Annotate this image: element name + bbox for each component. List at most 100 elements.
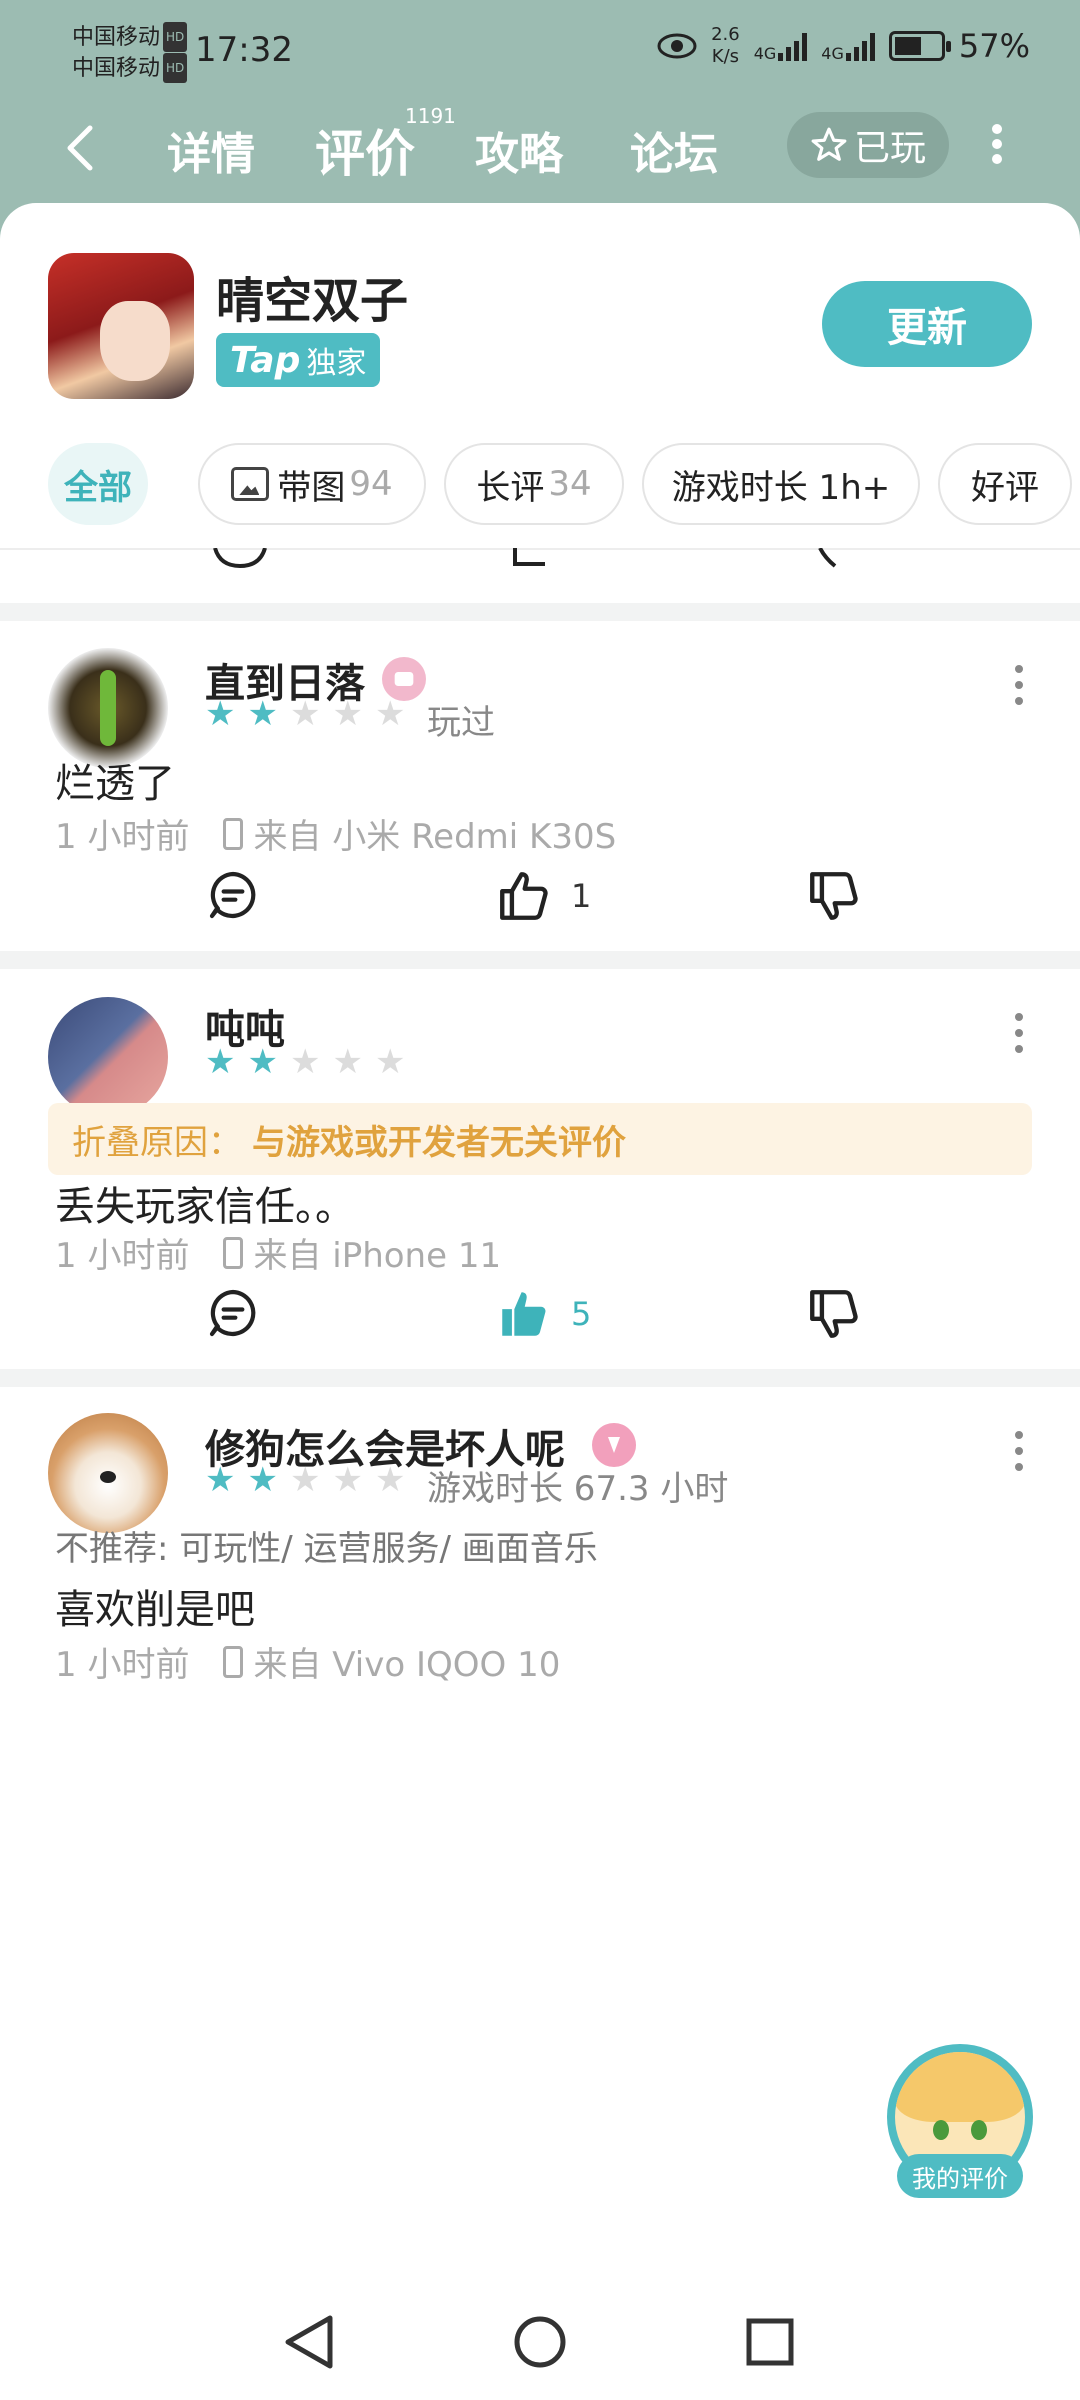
triangle-back-icon [285,2315,333,2369]
my-review-button[interactable]: 我的评价 [887,2044,1033,2198]
played-button[interactable]: 已玩 [787,112,949,178]
rating-stars: ★ ★ ★ ★ ★ [205,1463,405,1497]
image-icon [231,467,270,501]
battery-icon [888,31,951,61]
section-divider [0,951,1080,969]
fold-notice: 折叠原因： 与游戏或开发者无关评价 [48,1103,1032,1175]
star-icon: ★ [289,694,321,734]
star-icon: ★ [374,1460,406,1500]
more-menu-button[interactable] [990,124,1004,164]
chevron-left-icon [67,125,93,171]
star-icon: ★ [289,1460,321,1500]
signal-2-icon: 4G [821,31,875,62]
star-icon: ★ [289,1042,321,1082]
review-meta: 1 小时前 来自 iPhone 11 [55,1228,501,1277]
back-button[interactable] [65,122,95,187]
partial-dislike-icon [818,548,837,568]
carrier-2: 中国移动 [72,56,161,81]
clock: 17:32 [195,30,293,70]
status-bar: 中国移动 HD 中国移动 HD 17:32 2.6 K/s 4G 4G 57% [0,0,1080,110]
review-card: 修狗怎么会是坏人呢 ★ ★ ★ ★ ★ 游戏时长 67.3 小时 不推荐: 可玩性/ 运… [0,1387,1080,1707]
review-content: 喜欢削是吧 [55,1587,255,1633]
review-content: 烂透了 [55,761,175,807]
rating-stars: ★ ★ ★ ★ ★ [205,1045,405,1079]
review-content: 丢失玩家信任。。 [55,1184,355,1230]
filter-long-reviews[interactable]: 长评 34 [444,443,624,525]
avatar[interactable] [48,1413,168,1533]
review-menu-button[interactable] [1015,1431,1025,1471]
hd-icon: HD [163,53,188,83]
tab-forum[interactable]: 论坛 [630,118,718,182]
review-filters: 全部 带图 94 长评 34 游戏时长 1h+ 好评 [0,443,1080,533]
review-menu-button[interactable] [1015,665,1025,705]
review-device: 来自 Vivo IQOO 10 [253,1645,561,1685]
carrier-1: 中国移动 [72,25,161,50]
nav-back-button[interactable] [280,2312,336,2376]
playtime: 游戏时长 67.3 小时 [427,1469,729,1509]
star-icon: ★ [332,1042,363,1082]
like-count: 5 [571,1295,592,1333]
tab-details[interactable]: 详情 [167,118,255,182]
app-header: 晴空双子 Tap 独家 更新 [0,203,1080,453]
like-button[interactable]: 1 [495,867,591,925]
exclusive-label: 独家 [306,346,367,381]
review-device: 来自 iPhone 11 [253,1236,502,1276]
hd-icon: HD [163,22,188,52]
avatar[interactable] [48,648,168,768]
my-review-label: 我的评价 [897,2154,1023,2198]
star-icon: ★ [205,1042,236,1082]
review-card: 吨吨 ★ ★ ★ ★ ★ 折叠原因： 与游戏或开发者无关评价 丢失玩家信任。。 1 小时… [0,969,1080,1369]
nav-recents-button[interactable] [742,2312,798,2376]
tab-reviews[interactable]: 评价 [315,114,415,186]
thumbs-down-icon [810,1290,858,1338]
phone-icon [223,1645,244,1678]
like-button[interactable]: 5 [495,1285,591,1343]
review-time: 1 小时前 [55,1236,190,1276]
comment-button[interactable] [205,1285,261,1341]
review-actions: 5 [0,1285,1080,1355]
review-actions: 1 [0,867,1080,937]
fold-reason: 与游戏或开发者无关评价 [252,1122,626,1163]
review-card: 直到日落 ★ ★ ★ ★ ★ 玩过 烂透了 1 小时前 来自 小米 Redmi K30S… [0,621,1080,951]
circle-home-icon [514,2316,566,2368]
nav-home-button[interactable] [512,2312,568,2376]
dislike-button[interactable] [805,867,863,925]
filter-all[interactable]: 全部 [48,443,148,525]
rating-stars: ★ ★ ★ ★ ★ [205,697,405,731]
app-icon [48,253,194,399]
filter-playtime[interactable]: 游戏时长 1h+ [642,443,920,525]
played-status: 玩过 [427,703,495,743]
like-count: 1 [571,877,592,915]
star-icon: ★ [205,1460,236,1500]
tab-guides[interactable]: 攻略 [475,118,563,182]
phone-icon [223,1236,244,1269]
system-nav-bar [0,2290,1080,2400]
filter-positive[interactable]: 好评 [938,443,1072,525]
star-icon: ★ [374,694,406,734]
review-menu-button[interactable] [1015,1013,1025,1053]
played-label: 已玩 [853,128,926,169]
network-speed: 2.6 K/s [711,24,740,67]
section-divider [0,1369,1080,1387]
thumbs-down-icon [810,872,858,920]
dislike-button[interactable] [805,1285,863,1343]
tap-exclusive-badge: Tap 独家 [216,333,381,387]
partial-comment-icon [213,548,267,569]
review-meta: 1 小时前 来自 Vivo IQOO 10 [55,1637,560,1686]
review-time: 1 小时前 [55,817,190,857]
star-icon: ★ [247,694,278,734]
top-nav: 详情 评价 1191 攻略 论坛 已玩 [0,104,1080,210]
eye-icon [657,33,697,59]
comment-button[interactable] [205,867,261,923]
update-button[interactable]: 更新 [822,281,1032,367]
review-tags: 不推荐: 可玩性/ 运营服务/ 画面音乐 [55,1529,598,1569]
avatar[interactable] [48,997,168,1117]
comment-icon [209,871,256,919]
thumbs-up-filled-icon [502,1292,546,1336]
tap-logo: Tap [230,339,301,381]
filter-with-images[interactable]: 带图 94 [198,443,426,525]
star-icon: ★ [374,1042,406,1082]
battery-level: 57% [958,27,1030,65]
review-device: 来自 小米 Redmi K30S [253,817,617,857]
star-icon: ★ [332,1460,363,1500]
